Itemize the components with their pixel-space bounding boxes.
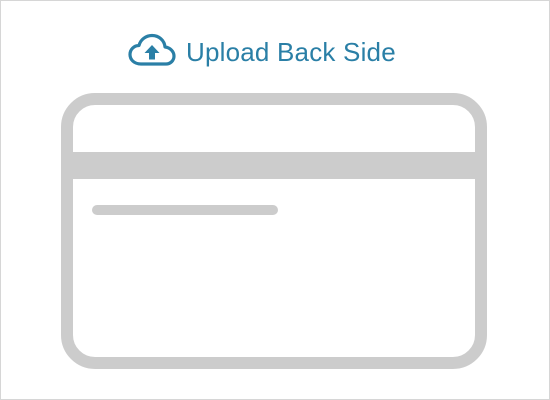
card-outline: [61, 93, 487, 369]
credit-card-back-icon: [61, 93, 487, 369]
card-magnetic-stripe: [73, 152, 475, 179]
upload-back-side-panel[interactable]: Upload Back Side: [0, 0, 550, 400]
